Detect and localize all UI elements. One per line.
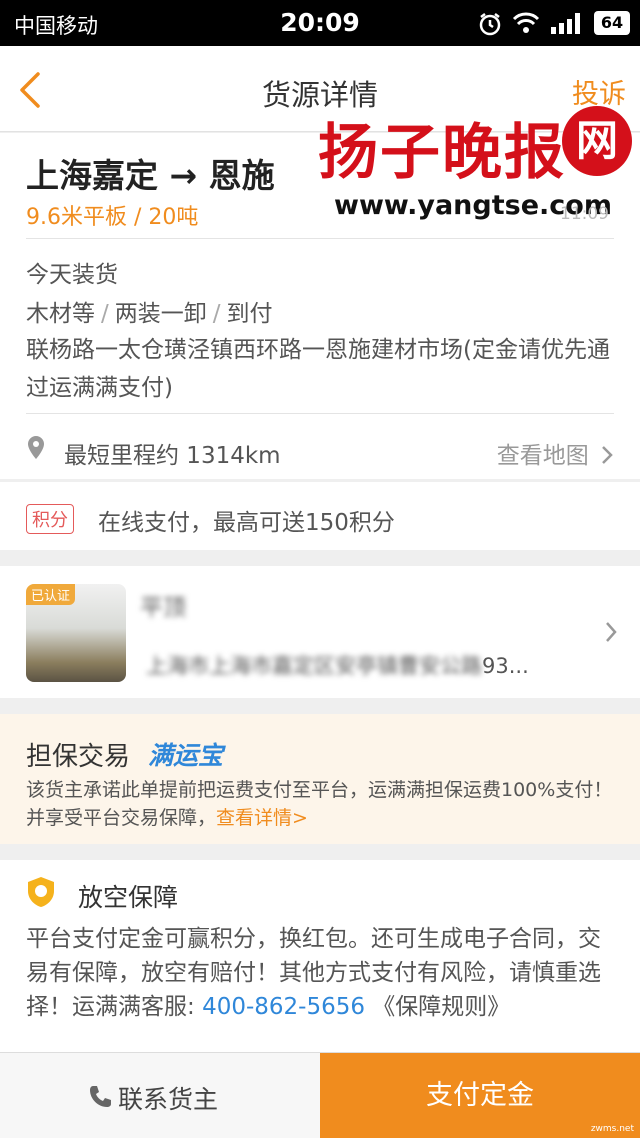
wifi-icon xyxy=(512,12,540,38)
shipper-address: 上海市上海市嘉定区安亭镇曹安公路93... xyxy=(146,650,529,680)
alarm-icon xyxy=(478,12,502,40)
divider xyxy=(26,413,614,414)
distance-row[interactable]: 最短里程约 1314km 查看地图 xyxy=(26,431,614,471)
guarantee-text: 该货主承诺此单提前把运费支付至平台，运满满担保运费100%支付！并享受平台交易保… xyxy=(26,779,613,829)
shipper-name: 平顶 xyxy=(140,595,186,621)
points-row: 积分 在线支付，最高可送150积分 xyxy=(0,482,640,550)
shipper-address-blurred: 上海市上海市嘉定区安亭镇曹安公路 xyxy=(146,654,482,678)
watermark-badge: 网 xyxy=(562,106,632,176)
site-mark: zwms.net xyxy=(590,1124,634,1134)
status-bar: 中国移动 20:09 64 xyxy=(0,0,640,46)
verified-badge: 已认证 xyxy=(26,584,76,605)
post-time: 11:09 xyxy=(560,204,609,224)
battery-icon: 64 xyxy=(594,11,630,35)
protection-description: 平台支付定金可赢积分，换红包。还可生成电子合同，交易有保障，放空有赔付！其他方式… xyxy=(26,922,616,1024)
points-text: 在线支付，最高可送150积分 xyxy=(98,510,395,536)
shipper-avatar: 已认证 xyxy=(26,584,126,682)
signal-icon xyxy=(550,11,584,39)
route-title: 上海嘉定 → 恩施 xyxy=(26,156,275,195)
load-time: 今天装货 xyxy=(26,262,118,288)
truck-spec: 9.6米平板 / 20吨 xyxy=(26,205,199,230)
cargo-tags: 木材等 / 两装一卸 / 到付 xyxy=(26,301,273,327)
service-phone-link[interactable]: 400-862-5656 xyxy=(202,994,365,1020)
guarantee-brand: 满运宝 xyxy=(148,741,224,770)
points-badge: 积分 xyxy=(26,504,74,534)
shipper-card[interactable]: 已认证 平顶 上海市上海市嘉定区安亭镇曹安公路93... xyxy=(0,566,640,698)
view-map-link[interactable]: 查看地图 xyxy=(497,436,614,470)
chevron-right-icon xyxy=(602,446,613,464)
payment-mode: 到付 xyxy=(226,301,273,327)
divider xyxy=(26,238,614,239)
view-map-label: 查看地图 xyxy=(496,443,589,469)
route-address: 联杨路一太仓璜泾镇西环路一恩施建材市场(定金请优先通过运满满支付) xyxy=(26,337,610,401)
contact-shipper-label: 联系货主 xyxy=(118,1085,219,1114)
load-mode: 两装一卸 xyxy=(114,301,207,327)
distance-text: 最短里程约 1314km xyxy=(64,443,281,469)
clock: 20:09 xyxy=(280,8,360,37)
contact-shipper-button[interactable]: 联系货主 xyxy=(0,1053,320,1138)
guarantee-section: 担保交易 满运宝 该货主承诺此单提前把运费支付至平台，运满满担保运费100%支付… xyxy=(0,714,640,844)
guarantee-description: 该货主承诺此单提前把运费支付至平台，运满满担保运费100%支付！并享受平台交易保… xyxy=(26,776,622,832)
chevron-right-icon xyxy=(604,620,618,648)
protection-section: 放空保障 平台支付定金可赢积分，换红包。还可生成电子合同，交易有保障，放空有赔付… xyxy=(0,860,640,1054)
guarantee-title: 担保交易 xyxy=(26,742,131,772)
cargo-type: 木材等 xyxy=(26,301,95,327)
shipper-address-tail: 93... xyxy=(482,654,529,678)
watermark-logo: 扬子晚报 xyxy=(318,118,566,188)
location-pin-icon xyxy=(26,435,46,465)
bottom-bar: 联系货主 支付定金 zwms.net xyxy=(0,1052,640,1138)
protection-title: 放空保障 xyxy=(78,883,179,912)
protection-rules-link[interactable]: 《保障规则》 xyxy=(365,994,510,1020)
phone-icon xyxy=(88,1084,112,1114)
guarantee-details-link[interactable]: 查看详情> xyxy=(216,807,308,829)
shield-icon xyxy=(26,876,56,912)
